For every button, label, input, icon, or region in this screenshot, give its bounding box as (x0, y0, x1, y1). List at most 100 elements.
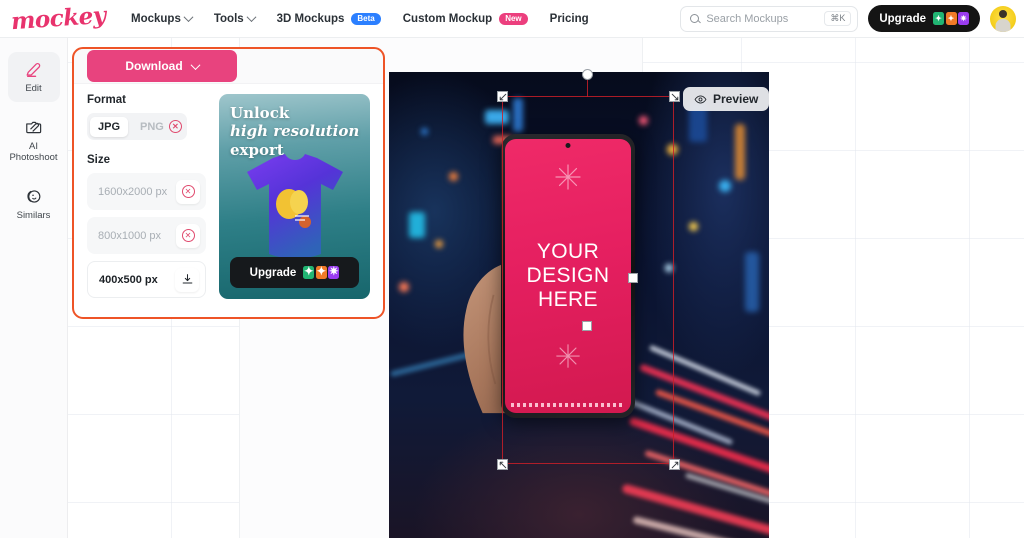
locked-icon: ✕ (181, 185, 195, 198)
resize-arrow-icon (671, 461, 678, 468)
sidebar-item-similars[interactable]: Similars (8, 179, 60, 229)
sidebar-item-label-edit: Edit (25, 83, 42, 94)
preview-button[interactable]: Preview (683, 87, 770, 111)
search-icon (690, 14, 700, 23)
sparkle-bottom-icon (556, 344, 580, 368)
chevron-down-icon (190, 59, 201, 70)
sparkle-green-icon: ✦ (303, 265, 315, 279)
download-button[interactable]: Download (87, 50, 237, 82)
chevron-down-icon (183, 12, 194, 23)
chevron-down-icon (246, 12, 257, 23)
pencil-icon (26, 63, 41, 77)
promo-line-2: high resolution (230, 122, 360, 141)
nav-item-custom-mockup[interactable]: Custom Mockup New (392, 7, 539, 31)
format-section-title: Format (87, 94, 126, 106)
resize-handle-bottom-right[interactable] (669, 459, 680, 470)
similars-icon (27, 190, 41, 203)
sidebar-item-label-similars: Similars (16, 209, 51, 221)
sparkle-purple-icon: ✷ (958, 12, 969, 25)
promo-upgrade-button[interactable]: Upgrade ✦ ✦ ✷ (230, 257, 359, 288)
sparkle-green-icon: ✦ (933, 12, 944, 25)
resize-arrow-icon (499, 461, 506, 468)
nav-label-custom-mockup: Custom Mockup (402, 12, 493, 25)
format-label-png: PNG (140, 120, 164, 133)
download-panel: Download Format JPG PNG ✕ Size 1600x2000… (74, 49, 383, 317)
size-option-1600x2000[interactable]: 1600x2000 px ✕ (87, 173, 206, 210)
main-nav: Mockups Tools 3D Mockups Beta Custom Moc… (120, 7, 600, 31)
logo-text: mockey (9, 1, 107, 36)
sidebar-item-ai-photoshoot[interactable]: AI Photoshoot (8, 110, 60, 171)
avatar[interactable] (990, 5, 1016, 32)
design-text-line1: YOUR (536, 240, 600, 264)
rotate-handle[interactable] (582, 69, 593, 80)
inner-handle-right[interactable] (628, 273, 638, 283)
nav-item-3d-mockups[interactable]: 3D Mockups Beta (266, 7, 392, 31)
locked-badge: ✕ (176, 179, 200, 204)
sidebar-item-label-ai-photoshoot: AI Photoshoot (9, 140, 58, 163)
upgrade-button[interactable]: Upgrade ✦ ✦ ✷ (868, 5, 980, 32)
phone-screen[interactable]: YOUR DESIGN HERE (505, 139, 631, 413)
sidebar-item-edit[interactable]: Edit (7, 52, 60, 102)
size-label-1600x2000: 1600x2000 px (98, 185, 168, 198)
inner-handle-bottom[interactable] (582, 321, 592, 331)
upgrade-button-label: Upgrade (879, 12, 926, 25)
ai-photoshoot-icon (26, 121, 42, 134)
top-header: mockey Mockups Tools 3D Mockups Beta Cus… (0, 0, 1024, 38)
sparkle-purple-icon: ✷ (328, 265, 340, 279)
upgrade-icon-group: ✦ ✦ ✷ (933, 12, 969, 25)
nav-label-pricing: Pricing (549, 12, 589, 25)
nav-label-tools: Tools (213, 12, 244, 25)
nav-item-pricing[interactable]: Pricing (539, 7, 600, 31)
sparkle-orange-icon: ✦ (945, 12, 957, 25)
design-text-line2: DESIGN (526, 264, 610, 288)
download-panel-body: Format JPG PNG ✕ Size 1600x2000 px ✕ 800… (74, 84, 383, 317)
download-icon (182, 274, 192, 284)
tshirt-illustration (247, 154, 343, 259)
format-toggle-group: JPG PNG ✕ (87, 113, 187, 140)
promo-upgrade-label: Upgrade (249, 266, 297, 279)
search-shortcut-kbd: ⌘K (824, 11, 852, 26)
size-section-title: Size (87, 154, 111, 166)
promo-line-1: Unlock (230, 104, 290, 122)
screen-bottom-dots (511, 403, 625, 407)
eye-icon (694, 95, 707, 103)
search-input[interactable]: Search Mockups ⌘K (680, 5, 859, 32)
resize-handle-bottom-left[interactable] (497, 459, 508, 470)
phone-device[interactable]: YOUR DESIGN HERE (501, 134, 635, 418)
promo-line-3: export (230, 140, 284, 159)
app-root: mockey Mockups Tools 3D Mockups Beta Cus… (0, 0, 1024, 538)
design-placeholder-text: YOUR DESIGN HERE (505, 240, 631, 312)
nav-label-3d-mockups: 3D Mockups (276, 12, 345, 25)
upgrade-promo-card[interactable]: Unlock high resolution export Upgrade ✦ … (219, 94, 370, 299)
phone-camera-notch (565, 143, 571, 148)
resize-arrow-icon (499, 93, 506, 100)
design-text-line3: HERE (538, 287, 598, 311)
locked-icon: ✕ (168, 120, 182, 133)
promo-text: Unlock high resolution export (230, 104, 362, 159)
new-badge: New (499, 12, 528, 25)
download-panel-header: Download (74, 49, 383, 84)
format-option-png[interactable]: PNG ✕ (132, 116, 187, 137)
nav-label-mockups: Mockups (131, 12, 181, 25)
resize-handle-top-right[interactable] (669, 91, 680, 102)
sparkle-top-icon (555, 164, 581, 190)
size-option-800x1000[interactable]: 800x1000 px ✕ (87, 217, 206, 254)
search-placeholder: Search Mockups (706, 12, 789, 25)
header-actions: Search Mockups ⌘K Upgrade ✦ ✦ ✷ (680, 5, 1024, 32)
left-sidebar: Edit AI Photoshoot Similars (0, 38, 68, 538)
beta-badge: Beta (351, 12, 381, 25)
mockup-image[interactable]: YOUR DESIGN HERE (389, 72, 769, 538)
promo-icon-group: ✦ ✦ ✷ (303, 265, 340, 279)
locked-icon: ✕ (181, 229, 195, 242)
download-button-label: Download (125, 59, 183, 73)
resize-handle-top-left[interactable] (497, 91, 508, 102)
size-label-800x1000: 800x1000 px (98, 229, 161, 242)
download-options: Format JPG PNG ✕ Size 1600x2000 px ✕ 800… (87, 94, 206, 305)
preview-button-label: Preview (713, 92, 759, 106)
download-size-button[interactable] (175, 267, 199, 292)
format-option-jpg[interactable]: JPG (90, 116, 129, 137)
nav-item-mockups[interactable]: Mockups (120, 7, 203, 31)
logo[interactable]: mockey (0, 0, 110, 38)
nav-item-tools[interactable]: Tools (203, 7, 266, 31)
size-option-400x500[interactable]: 400x500 px (87, 261, 206, 298)
